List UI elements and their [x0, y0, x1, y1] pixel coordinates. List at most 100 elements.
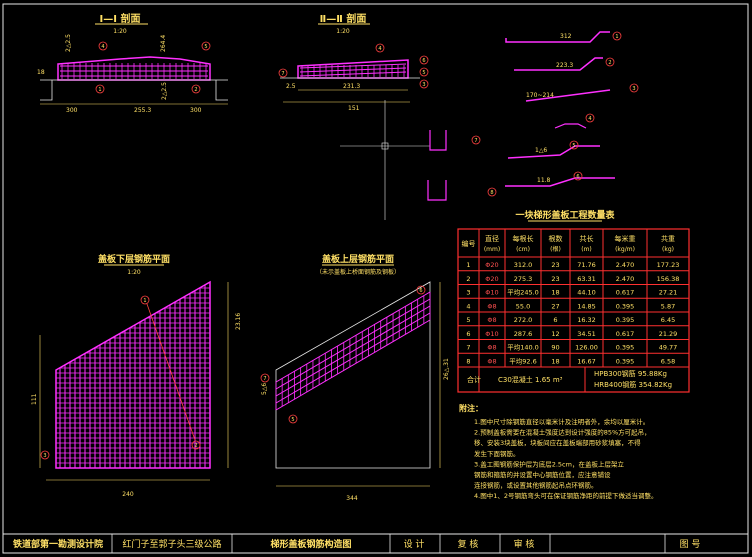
rebar-shape-1: [505, 31, 610, 43]
notes-title: 附注：: [459, 403, 483, 413]
section-1-rebar-grid: [60, 63, 208, 79]
bottom-plan-rebar-mesh: [56, 284, 210, 468]
rebar-shape-6-callout-label: 6: [576, 174, 579, 180]
section-2-long-bar: [299, 71, 407, 77]
title-bar-drawing: 梯形盖板钢筋构造图: [270, 538, 351, 550]
table-cell: 63.31: [577, 275, 596, 283]
table-cell: 6: [553, 316, 557, 324]
section-2-callout-5-label: 5: [422, 70, 425, 76]
rebar-shape-5-dim: 1△6: [535, 147, 547, 154]
table-cell: 2: [466, 275, 470, 283]
table-total-label: 合计: [467, 375, 481, 384]
table-cell: 177.23: [657, 261, 680, 269]
rebar-shape-1-dim: 312: [560, 33, 572, 40]
top-plan-height-dim: 26△.31: [443, 358, 450, 380]
top-plan-long-bar: [275, 291, 431, 383]
table-cell: 平均140.0: [507, 343, 539, 352]
table-cell: 5: [466, 316, 470, 324]
table-header-cell: 每米重: [615, 234, 636, 243]
table-cell: Φ8: [487, 344, 496, 352]
table-header-cell: 根数: [549, 234, 563, 243]
table-cell: 55.0: [516, 302, 530, 310]
cad-crosshair-cursor[interactable]: [340, 100, 430, 220]
table-header-cell: (cm): [516, 246, 530, 253]
top-plan-callout-5-label: 5: [291, 417, 294, 423]
section-1-dim-bottom-left: 300: [66, 107, 78, 114]
quantity-table-grid: [458, 229, 689, 392]
section-2-callout-3-label: 3: [422, 82, 425, 88]
table-cell: 7: [466, 344, 470, 352]
table-cell: Φ20: [485, 261, 498, 269]
section-2-callout-4-label: 4: [378, 46, 381, 52]
title-bar-design: 设 计: [404, 538, 425, 550]
title-bar-sheet: 图 号: [680, 539, 701, 550]
table-cell: 12: [551, 330, 559, 338]
table-header-cell: (m): [581, 246, 592, 253]
table-header-cell: 编号: [462, 239, 476, 248]
table-cell: Φ10: [485, 289, 498, 297]
section-2-dim-c: 151: [348, 105, 360, 112]
rebar-shape-4-callout-label: 4: [588, 116, 591, 122]
bottom-plan-scale: 1:20: [127, 269, 141, 276]
table-hrb: HRB400钢筋 354.82Kg: [594, 380, 672, 389]
table-cell: 0.395: [616, 302, 635, 310]
table-cell: 71.76: [577, 261, 596, 269]
rebar-shape-6-dim: 11.8: [537, 177, 551, 184]
top-plan-side-dim: 5△6: [261, 383, 268, 395]
table-cell: 0.617: [616, 289, 635, 297]
rebar-shape-8: [427, 180, 447, 201]
section-1-right-abutment: [215, 80, 228, 101]
table-cell: Φ8: [487, 316, 496, 324]
table-header-cell: 共长: [580, 234, 594, 243]
table-cell: 312.0: [514, 261, 533, 269]
table-cell: 平均92.6: [509, 356, 536, 365]
table-header-cell: (kg): [662, 246, 674, 253]
section-1-dim-left: 2△2.5: [65, 34, 72, 52]
rebar-shape-2-dim: 223.3: [556, 62, 573, 69]
table-cell: 平均245.0: [507, 288, 539, 297]
table-cell: 44.10: [577, 289, 596, 297]
table-cell: 23: [551, 261, 559, 269]
notes-lines: 1.图中尺寸除钢筋直径以毫米计及注明者外，余均以厘米计。 2.预制盖板需要在混凝土…: [474, 417, 657, 500]
title-bar-approve: 审 核: [514, 538, 535, 550]
table-cell: 27.21: [659, 289, 678, 297]
bottom-plan-callout-2-label: 2: [194, 443, 197, 449]
title-bar: 铁道部第一勘测设计院 红门子至郭子头三级公路 梯形盖板钢筋构造图 设 计 复 核…: [2, 533, 749, 554]
title-bar-org: 铁道部第一勘测设计院: [13, 538, 103, 550]
table-cell: 16.67: [577, 357, 596, 365]
table-header-cell: 每根长: [513, 234, 534, 243]
table-cell: 8: [466, 357, 470, 365]
table-cell: 21.29: [659, 330, 678, 338]
table-cell: 287.6: [514, 330, 533, 338]
note-line: 发生下面钢筋。: [474, 449, 520, 458]
table-header-cell: 直径: [485, 234, 499, 243]
table-cell: 275.3: [514, 275, 533, 283]
rebar-shape-3-dim: 170~214: [526, 92, 554, 99]
section-1-dim-bottom-mid: 255.3: [134, 107, 151, 114]
table-header-cell: 共重: [661, 234, 675, 243]
section-2-title: Ⅱ—Ⅱ 剖面: [320, 12, 367, 25]
table-cell: 156.38: [657, 275, 680, 283]
rebar-shape-1-callout-label: 1: [615, 34, 618, 40]
rebar-shape-5: [507, 145, 600, 159]
table-concrete: C30混凝土 1.65 m³: [498, 375, 563, 384]
cad-drawing-canvas: Ⅰ—Ⅰ 剖面 1:20 300 255.3 300 18 2△2.5 264.4…: [0, 0, 752, 557]
table-header-cell: (mm): [484, 246, 500, 253]
section-1-dim-span: 18: [37, 69, 45, 76]
rebar-shape-5-callout-label: 5: [572, 143, 575, 149]
quantity-table-border: [457, 228, 690, 393]
title-bar-project: 红门子至郭子头三级公路: [122, 538, 221, 550]
section-1-view: Ⅰ—Ⅰ 剖面 1:20 300 255.3 300 18 2△2.5 264.4…: [37, 12, 228, 114]
section-1-dim-right: 2△2.5: [161, 82, 168, 100]
table-header-cell: (根): [550, 245, 561, 253]
table-cell: 6: [466, 330, 470, 338]
section-1-dim-top: 264.4: [160, 35, 167, 52]
section-1-callout-2-label: 2: [194, 87, 197, 93]
table-cell: 126.00: [575, 344, 598, 352]
table-cell: 0.395: [616, 344, 635, 352]
note-line: 1.图中尺寸除钢筋直径以毫米计及注明者外，余均以厘米计。: [474, 417, 649, 426]
section-1-scale: 1:20: [113, 28, 127, 35]
table-cell: 49.77: [659, 344, 678, 352]
table-cell: Φ20: [485, 275, 498, 283]
title-bar-review: 复 核: [458, 538, 479, 550]
